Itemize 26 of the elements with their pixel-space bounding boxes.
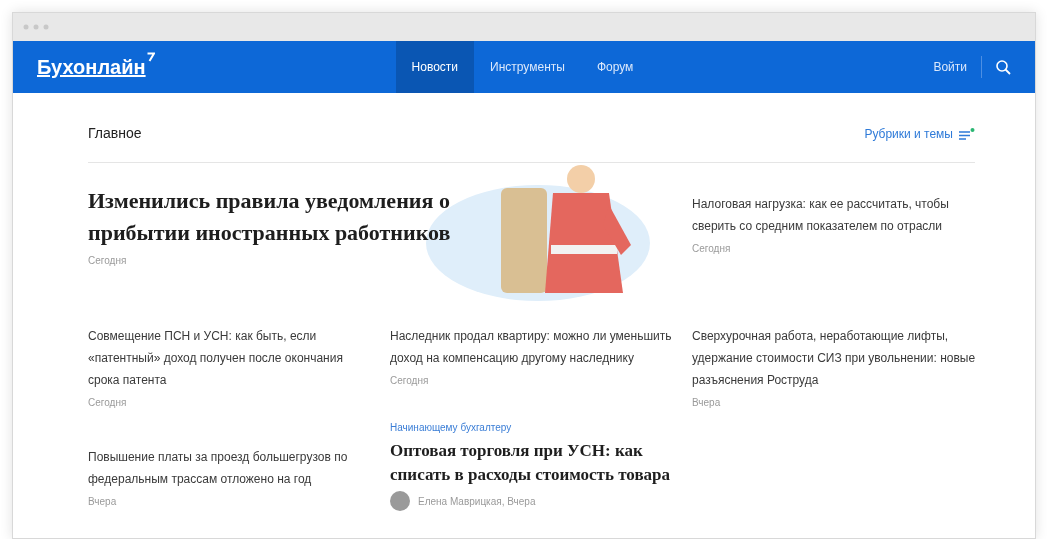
article-link[interactable]: Совмещение ПСН и УСН: как быть, если «патентный» доход получен после окончания срока патента [88, 325, 373, 391]
article-link[interactable]: Налоговая нагрузка: как ее рассчитать, чтобы сверить со средним показателем по отрасли [692, 193, 975, 237]
category-link[interactable]: Начинающему бухгалтеру [390, 420, 700, 435]
article-link[interactable]: Наследник продал квартиру: можно ли уменьшить доход на компенсацию другому наследнику [390, 325, 675, 369]
headline-link[interactable]: Изменились правила уведомления о прибытии иностранных работников [88, 185, 463, 249]
article-date: Сегодня [692, 242, 732, 256]
nav-tab[interactable]: Новости [395, 41, 475, 93]
article-date: Сегодня [88, 396, 128, 410]
article-date: Вчера [692, 396, 722, 410]
nav-tab[interactable]: Инструменты [474, 41, 581, 93]
article-link[interactable]: Сверхурочная работа, неработающие лифты, удержание стоимости СИЗ при увольнении: новые разъяснения Роструда [692, 325, 977, 391]
avatar-circle [390, 491, 410, 511]
site-logo[interactable]: Бухонлайн [37, 52, 146, 82]
article-date: Вчера [88, 495, 118, 509]
headline-link[interactable]: Оптовая торговля при УСН: как списать в расходы стоимость товара [390, 439, 700, 487]
section-title: Главное [88, 124, 142, 143]
search-icon[interactable] [996, 59, 1011, 75]
login-link[interactable]: Войти [933, 58, 967, 76]
article-link[interactable]: Повышение платы за проезд большегрузов по федеральным трассам отложено на год [88, 446, 373, 490]
rubrics-link[interactable]: Рубрики и темы [864, 124, 975, 143]
window-dots-icon [23, 24, 49, 30]
article-date: Сегодня [390, 374, 430, 388]
nav-tab[interactable]: Форум [580, 41, 650, 93]
menu-icon [959, 127, 975, 140]
article-date: Сегодня [88, 254, 128, 268]
byline: Елена Маврицкая, Вчера [418, 494, 536, 509]
